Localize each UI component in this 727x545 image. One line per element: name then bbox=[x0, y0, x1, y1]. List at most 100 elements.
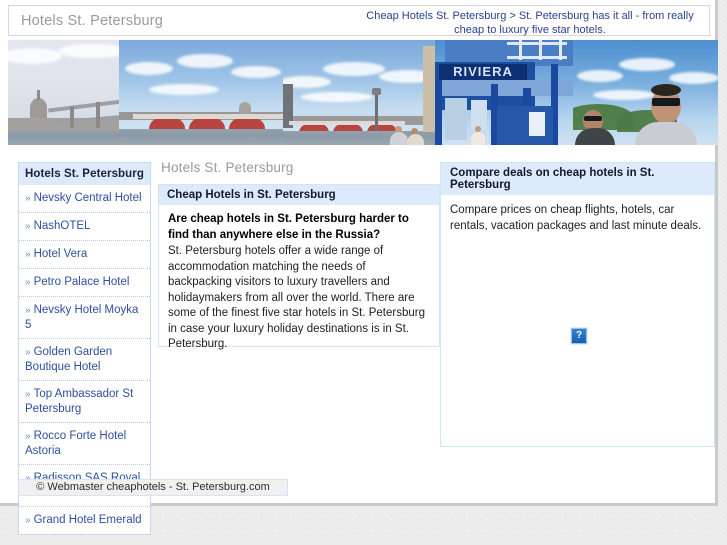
banner-photo-3 bbox=[283, 40, 435, 145]
cloud bbox=[593, 90, 655, 100]
spire bbox=[37, 90, 40, 100]
cloud bbox=[58, 44, 119, 58]
list-item[interactable]: » Hotel Vera bbox=[19, 241, 150, 269]
list-item[interactable]: » Petro Palace Hotel bbox=[19, 269, 150, 297]
support-post bbox=[435, 80, 442, 145]
sidebar-item-label: Golden Garden Boutique Hotel bbox=[25, 346, 113, 373]
person-hair bbox=[651, 84, 681, 96]
poster-board bbox=[529, 112, 545, 136]
list-item[interactable]: » Top Ambassador St Petersburg bbox=[19, 381, 150, 423]
compare-deals-heading: Compare deals on cheap hotels in St. Pet… bbox=[441, 163, 714, 195]
banner-photo-5 bbox=[573, 40, 718, 145]
cloud bbox=[125, 62, 173, 75]
page-title: Hotels St. Petersburg bbox=[161, 160, 294, 175]
bridge-pier bbox=[70, 106, 74, 128]
sidebar-item-link[interactable]: » Hotel Vera bbox=[25, 247, 144, 262]
cloud bbox=[301, 92, 373, 102]
bridge-pier bbox=[96, 102, 100, 128]
bullet-icon: » bbox=[25, 515, 31, 526]
sidebar-item-link[interactable]: » Rocco Forte Hotel Astoria bbox=[25, 429, 144, 458]
sidebar-item-link[interactable]: » Grand Hotel Emerald bbox=[25, 513, 144, 528]
river-water bbox=[8, 131, 119, 145]
broken-image-icon[interactable]: ? bbox=[570, 327, 588, 345]
list-item[interactable]: » Nevsky Hotel Moyka 5 bbox=[19, 297, 150, 339]
bridge-deck bbox=[289, 121, 405, 125]
person-body bbox=[390, 132, 408, 145]
list-item[interactable]: » Nevsky Central Hotel bbox=[19, 185, 150, 213]
sidebar-item-link[interactable]: » Nevsky Central Hotel bbox=[25, 191, 144, 206]
dome bbox=[239, 102, 251, 114]
compare-deals-body: Compare prices on cheap flights, hotels,… bbox=[450, 204, 702, 232]
bridge-arch bbox=[149, 118, 185, 129]
dome bbox=[30, 98, 47, 118]
bridge-arch bbox=[229, 118, 265, 129]
sidebar-item-link[interactable]: » Petro Palace Hotel bbox=[25, 275, 144, 290]
lamp-post bbox=[375, 92, 378, 132]
banner-photo-1 bbox=[8, 40, 119, 145]
bullet-icon: » bbox=[25, 389, 31, 400]
riviera-sign: RIVIERA bbox=[439, 64, 527, 80]
header-tagline: Cheap Hotels St. Petersburg > St. Peters… bbox=[366, 10, 694, 36]
railing bbox=[507, 56, 567, 59]
bridge-deck bbox=[133, 114, 283, 119]
sidebar-item-label: Nevsky Hotel Moyka 5 bbox=[25, 304, 139, 331]
entrance-glass bbox=[445, 98, 467, 140]
bullet-icon: » bbox=[25, 347, 31, 358]
sidebar-item-link[interactable]: » Nevsky Hotel Moyka 5 bbox=[25, 303, 144, 332]
sidebar-heading: Hotels St. Petersburg bbox=[19, 163, 150, 185]
sidebar-item-link[interactable]: » NashOTEL bbox=[25, 219, 144, 234]
article-body: St. Petersburg hotels offer a wide range… bbox=[168, 245, 425, 350]
sidebar-item-label: Hotel Vera bbox=[33, 248, 88, 260]
site-title: Hotels St. Petersburg bbox=[21, 13, 164, 29]
person-body bbox=[471, 132, 485, 145]
lamp-head bbox=[372, 88, 381, 95]
banner-photo-2 bbox=[119, 40, 283, 145]
list-item[interactable]: » Rocco Forte Hotel Astoria bbox=[19, 423, 150, 465]
bullet-icon: » bbox=[25, 305, 31, 316]
list-item[interactable]: » Grand Hotel Emerald bbox=[19, 507, 150, 534]
footer: © Webmaster cheaphotels - St. Petersburg… bbox=[18, 479, 288, 496]
railing bbox=[507, 42, 567, 45]
sunglasses bbox=[584, 116, 602, 121]
sidebar-item-label: Top Ambassador St Petersburg bbox=[25, 388, 134, 415]
building bbox=[423, 46, 435, 132]
cloud bbox=[231, 66, 281, 78]
railing-post bbox=[519, 40, 522, 60]
bullet-icon: » bbox=[25, 249, 31, 260]
cloud bbox=[619, 58, 675, 71]
footer-text: © Webmaster cheaphotels - St. Petersburg… bbox=[36, 481, 270, 493]
railing-post bbox=[559, 40, 562, 60]
sidebar-item-link[interactable]: » Golden Garden Boutique Hotel bbox=[25, 345, 144, 374]
sunglasses bbox=[652, 98, 680, 106]
compare-deals-panel: Compare deals on cheap hotels in St. Pet… bbox=[440, 162, 715, 447]
sidebar-item-label: Petro Palace Hotel bbox=[33, 276, 130, 288]
river-water bbox=[119, 129, 283, 145]
bullet-icon: » bbox=[25, 431, 31, 442]
sidebar-item-link[interactable]: » Top Ambassador St Petersburg bbox=[25, 387, 144, 416]
main-panel-body: Are cheap hotels in St. Petersburg harde… bbox=[159, 205, 439, 363]
cloud bbox=[577, 70, 623, 82]
cloud bbox=[149, 84, 219, 95]
main-article-panel: Cheap Hotels in St. Petersburg Are cheap… bbox=[158, 184, 440, 350]
list-item[interactable]: » NashOTEL bbox=[19, 213, 150, 241]
cloud bbox=[323, 62, 385, 76]
person-body bbox=[407, 134, 424, 145]
bullet-icon: » bbox=[25, 193, 31, 204]
sidebar-item-label: Grand Hotel Emerald bbox=[33, 514, 142, 526]
bridge-arch bbox=[189, 118, 225, 129]
main-column: Hotels St. Petersburg Cheap Hotels in St… bbox=[158, 160, 440, 350]
railing-post bbox=[539, 40, 542, 60]
bullet-icon: » bbox=[25, 221, 31, 232]
bullet-icon: » bbox=[25, 277, 31, 288]
list-item[interactable]: » Golden Garden Boutique Hotel bbox=[19, 339, 150, 381]
article-lead: Are cheap hotels in St. Petersburg harde… bbox=[168, 213, 409, 241]
page-shell: Hotels St. Petersburg Cheap Hotels St. P… bbox=[0, 0, 718, 535]
sidebar-item-label: Rocco Forte Hotel Astoria bbox=[25, 430, 127, 457]
sidebar-item-label: NashOTEL bbox=[33, 220, 91, 232]
person-head bbox=[475, 126, 481, 132]
banner-photo-4: RIVIERA bbox=[435, 40, 573, 145]
main-panel-heading: Cheap Hotels in St. Petersburg bbox=[159, 185, 439, 205]
cloud bbox=[669, 72, 718, 84]
sidebar-item-label: Nevsky Central Hotel bbox=[33, 192, 142, 204]
banner-photo-strip: RIVIERA bbox=[8, 40, 718, 145]
